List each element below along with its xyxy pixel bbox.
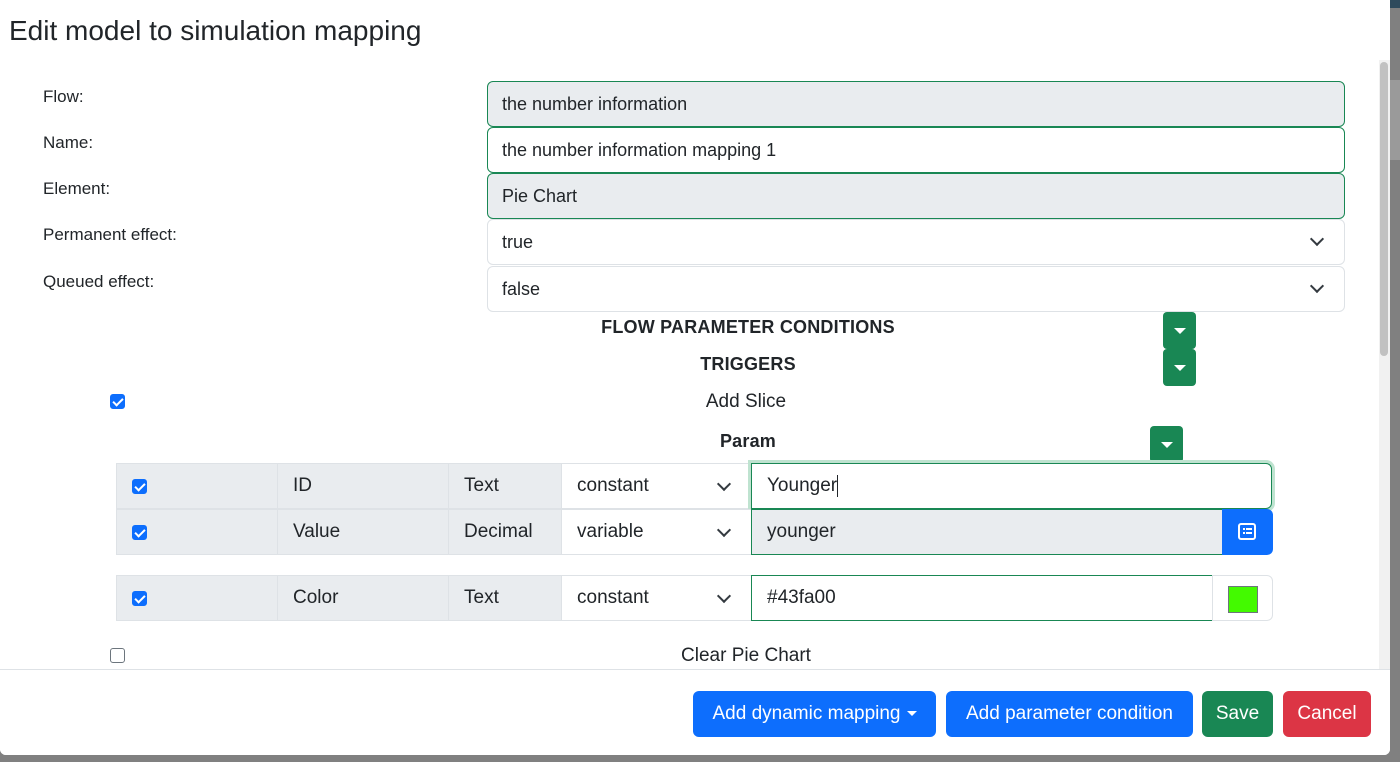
color-swatch (1228, 586, 1258, 613)
chevron-down-icon (716, 522, 732, 538)
permanent-effect-label: Permanent effect: (43, 225, 177, 244)
trigger-add-slice-label: Add Slice (705, 391, 787, 412)
permanent-effect-value: true (502, 232, 534, 252)
param-color-checkbox[interactable] (132, 591, 147, 606)
list-icon (1238, 523, 1256, 540)
param-name: Color (277, 575, 449, 621)
element-label: Element: (43, 179, 111, 198)
mapping-edit-dialog: Edit model to simulation mapping Flow: t… (0, 0, 1390, 755)
param-id-value-text: Younger (767, 475, 838, 496)
name-field[interactable]: the number information mapping 1 (487, 127, 1345, 173)
dialog-body: Flow: the number information Name: the n… (9, 60, 1379, 669)
caret-down-icon (1161, 442, 1173, 448)
dialog-scrollbar-thumb[interactable] (1380, 62, 1388, 356)
param-type: Decimal (448, 509, 562, 555)
dialog-title: Edit model to simulation mapping (9, 15, 422, 46)
param-mode-value: variable (577, 521, 644, 542)
queued-effect-label: Queued effect: (43, 272, 155, 291)
chevron-down-icon (1309, 231, 1325, 247)
dialog-footer: Add dynamic mapping Add parameter condit… (0, 669, 1390, 755)
param-value-variable-field: younger (751, 509, 1223, 555)
param-toggle[interactable] (1150, 426, 1183, 463)
trigger-clear-pie-chart-label: Clear Pie Chart (681, 645, 811, 666)
param-type: Text (448, 463, 562, 509)
param-id-checkbox[interactable] (132, 479, 147, 494)
save-button[interactable]: Save (1202, 691, 1273, 737)
flow-field: the number information (487, 81, 1345, 127)
chevron-down-icon (1309, 278, 1325, 294)
param-value-checkbox[interactable] (132, 525, 147, 540)
param-name: Value (277, 509, 449, 555)
chevron-down-icon (716, 588, 732, 604)
param-mode-select[interactable]: constant (561, 575, 752, 621)
param-type: Text (448, 575, 562, 621)
param-color-value-input[interactable]: #43fa00 (751, 575, 1214, 621)
caret-down-icon (1174, 328, 1186, 334)
param-mode-value: constant (577, 475, 649, 496)
caret-down-icon (1174, 365, 1186, 371)
element-field: Pie Chart (487, 173, 1345, 219)
param-mode-select[interactable]: constant (561, 463, 752, 509)
triggers-toggle[interactable] (1163, 349, 1196, 386)
param-enable-cell (116, 463, 278, 509)
queued-effect-value: false (502, 279, 541, 299)
param-mode-value: constant (577, 587, 649, 608)
cancel-button[interactable]: Cancel (1283, 691, 1371, 737)
variable-picker-button[interactable] (1222, 509, 1273, 555)
queued-effect-select[interactable]: false (487, 266, 1345, 312)
name-label: Name: (43, 133, 94, 152)
param-name: ID (277, 463, 449, 509)
add-dynamic-mapping-label: Add dynamic mapping (712, 703, 901, 724)
param-enable-cell (116, 575, 278, 621)
color-picker[interactable] (1212, 575, 1273, 621)
flow-label: Flow: (43, 87, 84, 106)
flow-parameter-conditions-toggle[interactable] (1163, 312, 1196, 349)
text-cursor (837, 474, 839, 497)
permanent-effect-select[interactable]: true (487, 219, 1345, 265)
add-parameter-condition-button[interactable]: Add parameter condition (946, 691, 1193, 737)
param-mode-select[interactable]: variable (561, 509, 752, 555)
param-enable-cell (116, 509, 278, 555)
param-id-value-input[interactable]: Younger (751, 463, 1272, 509)
chevron-down-icon (716, 476, 732, 492)
background-page-strip (1389, 80, 1400, 160)
caret-down-icon (906, 711, 917, 717)
add-dynamic-mapping-button[interactable]: Add dynamic mapping (693, 691, 936, 737)
